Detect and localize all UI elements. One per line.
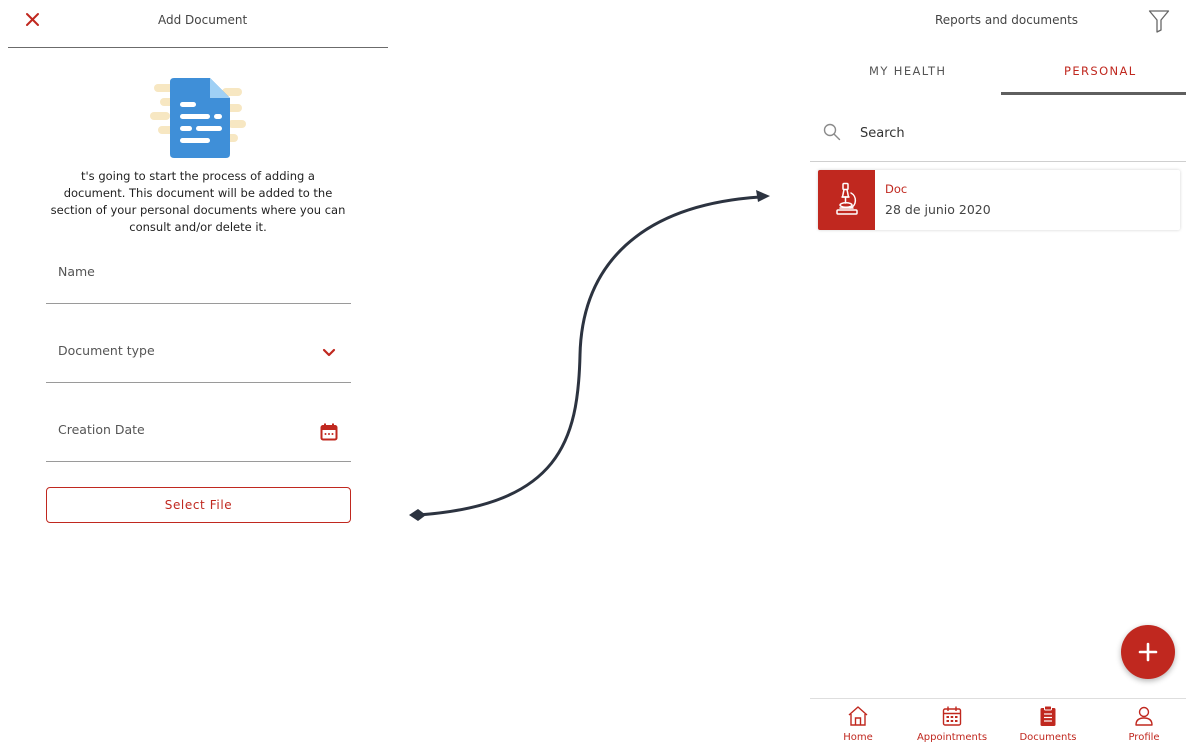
nav-appointments[interactable]: Appointments — [912, 705, 992, 743]
page-title: Add Document — [158, 13, 248, 27]
search-input[interactable]: Search — [810, 112, 1186, 162]
document-type-placeholder: Document type — [58, 343, 155, 358]
nav-documents-label: Documents — [1019, 732, 1077, 743]
calendar-icon[interactable] — [319, 422, 339, 442]
search-placeholder: Search — [860, 126, 905, 141]
nav-profile[interactable]: Profile — [1104, 705, 1184, 743]
document-illustration-icon — [150, 78, 246, 158]
document-thumbnail — [818, 170, 875, 230]
clipboard-icon — [1040, 705, 1056, 726]
home-icon — [848, 706, 868, 726]
nav-profile-label: Profile — [1128, 732, 1160, 743]
name-placeholder: Name — [58, 264, 95, 279]
intro-description: t's going to start the process of adding… — [50, 169, 346, 234]
document-title: Doc — [885, 182, 908, 196]
add-document-header: Add Document — [8, 0, 388, 48]
tab-personal[interactable]: PERSONAL — [1064, 64, 1137, 78]
nav-home-label: Home — [843, 732, 873, 743]
filter-icon — [1148, 10, 1170, 33]
search-icon — [823, 123, 841, 141]
close-button[interactable] — [22, 9, 44, 31]
user-icon — [1135, 706, 1153, 726]
plus-icon — [1138, 642, 1158, 662]
close-icon — [26, 13, 39, 26]
active-tab-indicator — [1001, 92, 1186, 95]
nav-appointments-label: Appointments — [916, 732, 988, 743]
document-date: 28 de junio 2020 — [885, 202, 991, 217]
filter-button[interactable] — [1148, 9, 1170, 33]
nav-documents[interactable]: Documents — [1008, 705, 1088, 743]
select-file-button[interactable]: Select File — [46, 487, 351, 523]
creation-date-field[interactable]: Creation Date — [46, 422, 351, 462]
creation-date-placeholder: Creation Date — [58, 422, 145, 437]
page-title: Reports and documents — [935, 13, 1079, 27]
tab-my-health[interactable]: MY HEALTH — [869, 64, 946, 78]
reports-documents-screen: Reports and documents MY HEALTH PERSONAL… — [810, 0, 1186, 743]
document-type-select[interactable]: Document type — [46, 343, 351, 383]
bottom-navigation: Home Appointments Documents Profile — [810, 698, 1186, 743]
calendar-icon — [942, 706, 962, 726]
add-document-screen: Add Document t's going to start the proc… — [0, 0, 390, 743]
document-list-item[interactable]: Doc 28 de junio 2020 — [818, 170, 1180, 230]
add-document-button[interactable] — [1121, 625, 1175, 679]
chevron-down-icon — [322, 348, 336, 357]
name-field[interactable]: Name — [46, 264, 351, 304]
nav-home[interactable]: Home — [818, 705, 898, 743]
microscope-icon — [836, 182, 858, 215]
